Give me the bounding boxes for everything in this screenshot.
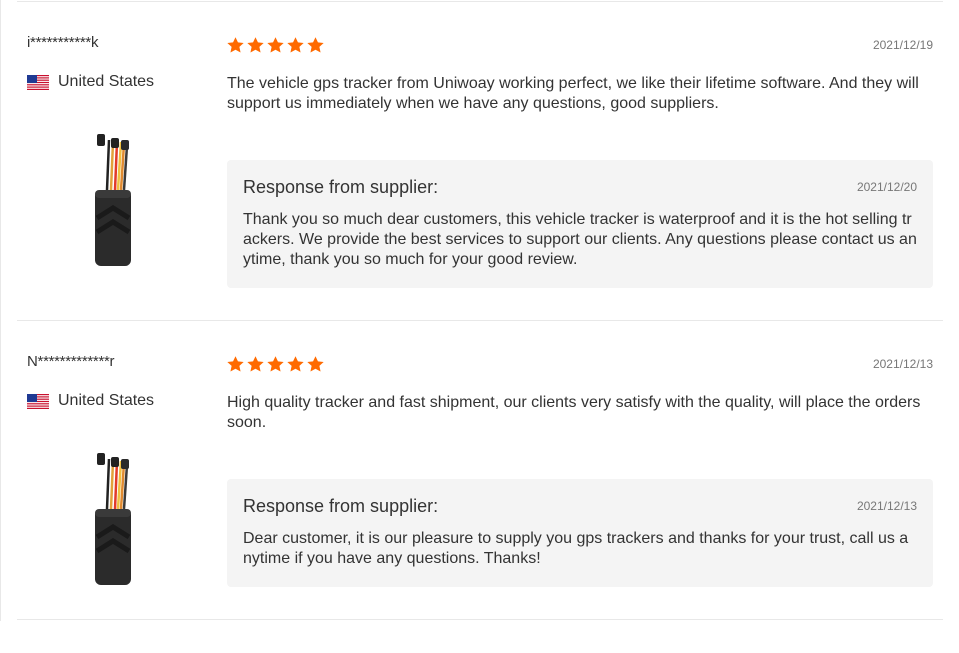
response-title: Response from supplier:: [243, 177, 439, 197]
divider: [17, 619, 943, 620]
star-icon: [267, 356, 284, 372]
buyer-name: N*************r: [27, 353, 115, 370]
star-icon: [307, 37, 324, 53]
gps-tracker-thumbnail[interactable]: [87, 132, 137, 268]
left-border: [0, 0, 1, 621]
buyer-country: United States: [27, 73, 154, 91]
review-card: i***********k United States 2021/12/19 T…: [17, 34, 943, 334]
star-icon: [227, 37, 244, 53]
us-flag-icon: [27, 393, 49, 409]
star-icon: [247, 37, 264, 53]
divider: [17, 320, 943, 321]
response-title: Response from supplier:: [243, 496, 439, 516]
us-flag-icon: [27, 74, 49, 90]
review-text: High quality tracker and fast shipment, …: [227, 394, 921, 431]
buyer-name: i***********k: [27, 34, 99, 51]
review-card: N*************r United States 2021/12/13…: [17, 353, 943, 653]
review-date: 2021/12/19: [872, 38, 933, 52]
response-text: Dear customer, it is our pleasure to sup…: [243, 530, 909, 567]
buyer-country: United States: [27, 392, 154, 410]
rating-stars: [226, 36, 326, 55]
star-icon: [287, 37, 304, 53]
review-text: The vehicle gps tracker from Uniwoay wor…: [227, 75, 919, 112]
country-label: United States: [58, 392, 155, 409]
rating-stars: [226, 355, 326, 374]
star-icon: [287, 356, 304, 372]
review-date: 2021/12/13: [872, 357, 933, 371]
star-icon: [227, 356, 244, 372]
star-icon: [267, 37, 284, 53]
response-date: 2021/12/13: [856, 499, 917, 513]
gps-tracker-thumbnail[interactable]: [87, 451, 137, 587]
star-icon: [247, 356, 264, 372]
supplier-response: Response from supplier: 2021/12/13 Dear …: [227, 479, 933, 587]
country-label: United States: [58, 73, 155, 90]
star-icon: [307, 356, 324, 372]
supplier-response: Response from supplier: 2021/12/20 Thank…: [227, 160, 933, 288]
response-date: 2021/12/20: [856, 180, 917, 194]
divider: [17, 1, 943, 2]
response-text: Thank you so much dear customers, this v…: [243, 211, 917, 268]
